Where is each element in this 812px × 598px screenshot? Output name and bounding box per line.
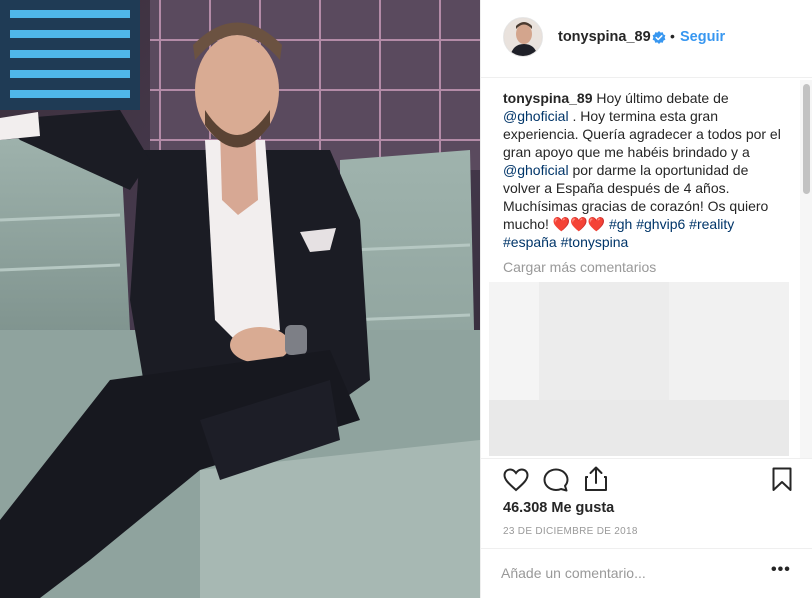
mention-link[interactable]: @ghoficial [503,162,569,178]
hashtag-link[interactable]: #reality [689,216,734,232]
heart-icon[interactable] [503,468,529,492]
caption-text-1: Hoy último debate de [592,90,729,106]
comment-input[interactable] [501,563,741,583]
mention-link[interactable]: @ghoficial [503,108,569,124]
comment-icon[interactable] [543,468,569,492]
bookmark-icon[interactable] [772,467,792,492]
follow-button[interactable]: Seguir [680,29,725,45]
hashtag-link[interactable]: #tonyspina [561,234,629,250]
load-more-comments-link[interactable]: Cargar más comentarios [503,259,656,275]
placeholder-block [489,400,789,456]
post-header: tonyspina_89 • Seguir [481,0,812,78]
comment-bar: ••• [481,548,812,598]
verified-badge-icon [652,31,666,44]
caption-username[interactable]: tonyspina_89 [503,90,592,106]
likes-count[interactable]: 46.308 Me gusta [503,500,614,516]
post-actions [481,458,812,498]
post-photo[interactable] [0,0,480,598]
post-panel: tonyspina_89 • Seguir tonyspina_89 Hoy ú… [480,0,812,598]
share-icon[interactable] [584,466,608,492]
avatar[interactable] [503,17,543,57]
comments-loading-placeholder [489,282,789,456]
more-options-icon[interactable]: ••• [771,561,791,579]
scrollbar-thumb[interactable] [803,84,810,194]
username-link[interactable]: tonyspina_89 [558,29,651,45]
hashtag-link[interactable]: #españa [503,234,557,250]
separator-dot: • [670,28,675,44]
hashtag-link[interactable]: #ghvip6 [636,216,685,232]
hashtag-link[interactable]: #gh [609,216,632,232]
post-date[interactable]: 23 DE DICIEMBRE DE 2018 [503,526,638,537]
avatar-image [504,18,542,56]
post-caption: tonyspina_89 Hoy último debate de @ghofi… [503,89,785,251]
post-photo-image [0,0,480,598]
